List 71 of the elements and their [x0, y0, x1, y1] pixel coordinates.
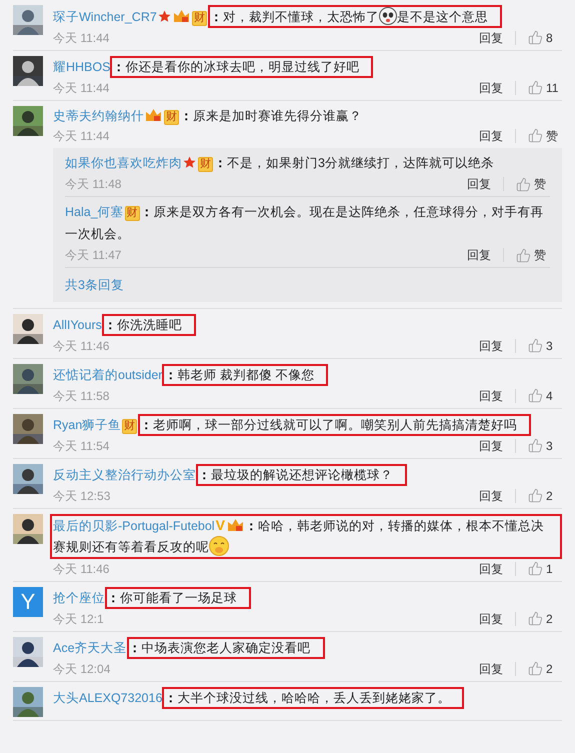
like-count[interactable]: 11	[546, 78, 562, 96]
timestamp: 今天 12:04	[53, 660, 110, 678]
like-icon[interactable]	[516, 248, 531, 262]
smiley-emoji-icon	[209, 536, 229, 556]
avatar[interactable]: Y	[13, 587, 43, 617]
reply-link[interactable]: 回复	[479, 486, 503, 504]
like-count[interactable]: 赞	[534, 246, 550, 264]
reply-link[interactable]: 回复	[479, 610, 503, 628]
comment-text: Hala_何塞 财 ：原来是双方各有一次机会。现在是达阵绝杀，任意球得分，对手有再一次机会。	[65, 204, 545, 243]
comment-text: AllIYours ：你洗洗睡吧	[53, 314, 562, 336]
reply-link[interactable]: 回复	[479, 336, 503, 354]
timestamp: 今天 11:47	[65, 247, 122, 264]
timestamp: 今天 11:46	[53, 338, 110, 354]
timestamp: 今天 11:44	[53, 30, 110, 46]
wealth-badge: 财	[124, 206, 140, 221]
like-icon[interactable]	[528, 128, 543, 143]
like-icon[interactable]	[528, 488, 543, 503]
like-icon[interactable]	[528, 611, 543, 626]
timestamp: 今天 11:58	[53, 388, 110, 404]
like-icon[interactable]	[528, 338, 543, 353]
like-count[interactable]: 1	[546, 560, 562, 578]
reply-link[interactable]: 回复	[479, 28, 503, 46]
like-count[interactable]: 3	[546, 436, 562, 454]
timestamp: 今天 12:1	[53, 610, 104, 628]
comment-text: 抢个座位 ：你可能看了一场足球	[53, 587, 562, 609]
verified-label: V	[216, 518, 225, 532]
like-count[interactable]: 2	[546, 486, 562, 504]
reply-link[interactable]: 回复	[479, 78, 503, 96]
panda-emoji-icon	[378, 7, 397, 25]
like-count[interactable]: 2	[546, 660, 562, 678]
reply-link[interactable]: 回复	[479, 386, 503, 404]
comment-text: 最后的贝影-Portugal-FutebolV ：哈哈，韩老师说的对，转播的媒体，根本不懂总决赛规则还有等着看反攻的呢	[50, 514, 562, 559]
like-icon[interactable]	[528, 561, 543, 576]
wealth-badge: 财	[164, 110, 179, 125]
like-count[interactable]: 3	[546, 336, 562, 354]
like-count[interactable]: 赞	[546, 126, 562, 144]
like-count[interactable]: 4	[546, 386, 562, 404]
like-icon[interactable]	[528, 661, 543, 676]
timestamp: 今天 11:44	[53, 128, 110, 144]
like-icon[interactable]	[528, 80, 543, 95]
timestamp: 今天 11:46	[53, 560, 110, 578]
timestamp: 今天 11:54	[53, 438, 110, 454]
comment-text: 史蒂夫约翰纳什 财 ：原来是加时赛谁先得分谁赢？	[53, 107, 363, 126]
crown-icon	[172, 9, 190, 23]
reply-link[interactable]: 回复	[467, 246, 491, 264]
star-icon	[158, 10, 171, 23]
like-count[interactable]: 2	[546, 610, 562, 628]
comment-text: 反动主义整治行动办公室 ：最垃圾的解说还想评论橄榄球？	[53, 464, 562, 486]
reply-link[interactable]: 回复	[479, 660, 503, 678]
crown-icon	[226, 518, 244, 532]
like-icon[interactable]	[528, 388, 543, 403]
wealth-badge: 财	[198, 157, 213, 172]
like-count[interactable]: 赞	[534, 175, 550, 193]
wealth-badge: 财	[192, 11, 207, 26]
timestamp: 今天 11:48	[65, 176, 122, 193]
star-icon	[183, 156, 196, 169]
comment-text: Ace齐天大圣：中场表演您老人家确定没看吧	[53, 637, 562, 659]
crown-icon	[145, 108, 162, 122]
reply-link[interactable]: 回复	[479, 560, 503, 578]
like-icon[interactable]	[516, 176, 531, 192]
reply-link[interactable]: 回复	[479, 436, 503, 454]
reply-link[interactable]: 回复	[467, 175, 491, 193]
like-count[interactable]: 8	[546, 28, 562, 46]
timestamp: 今天 11:44	[53, 80, 110, 96]
like-icon[interactable]	[528, 30, 543, 45]
comment-text: 还惦记着的outsider ：韩老师 裁判都傻 不像您	[53, 364, 562, 386]
comment-text: 如果你也喜欢吃炸肉 财 ：不是，如果射门3分就继续打，达阵就可以绝杀	[65, 155, 495, 174]
like-icon[interactable]	[528, 438, 543, 453]
wealth-badge: 财	[122, 419, 138, 434]
timestamp: 今天 12:53	[53, 488, 110, 504]
reply-link[interactable]: 回复	[479, 126, 503, 144]
